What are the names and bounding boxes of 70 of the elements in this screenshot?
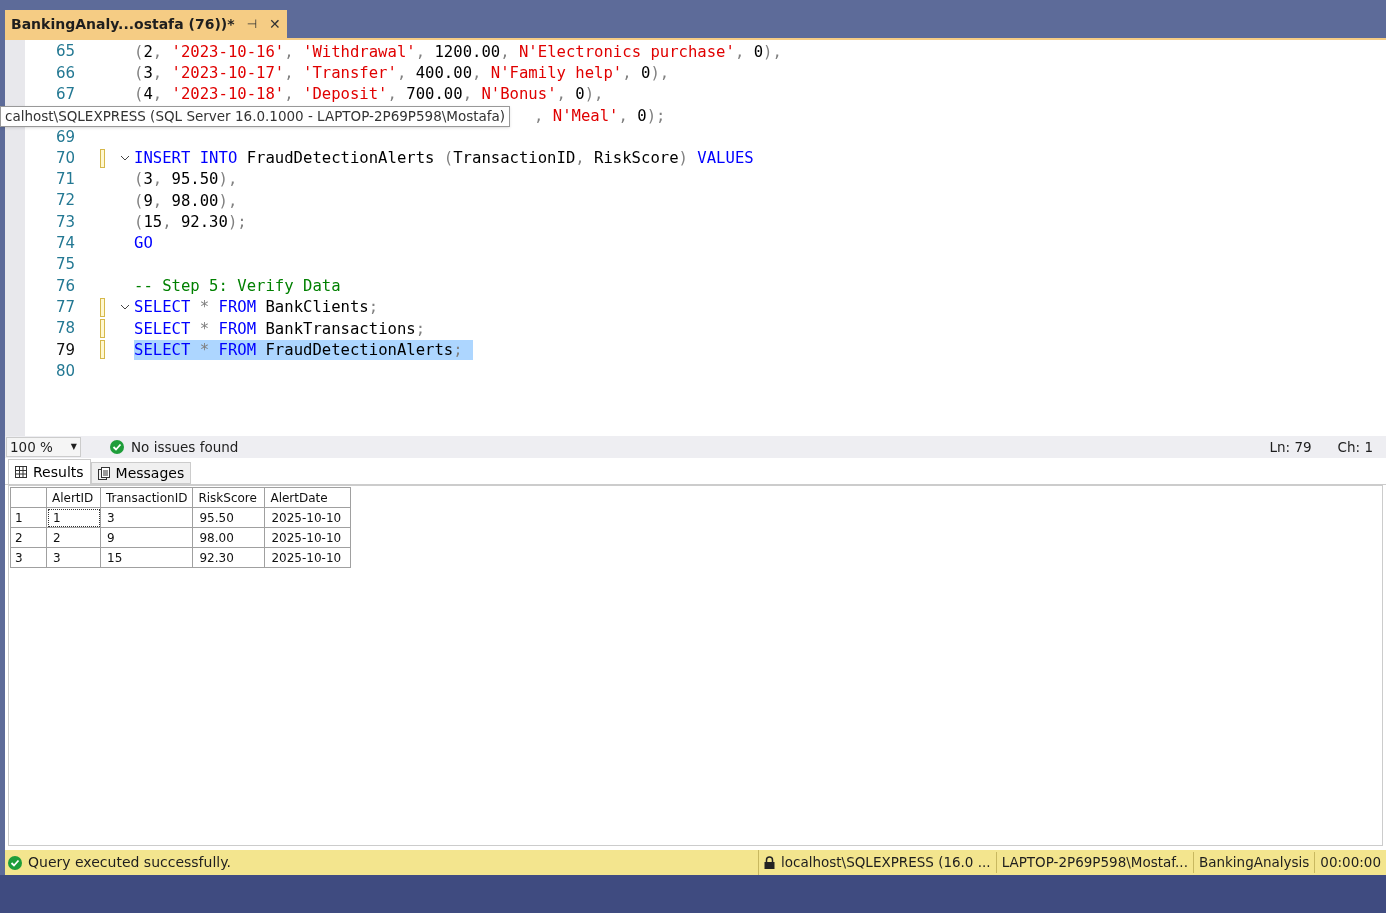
- table-cell: 3: [46, 547, 101, 568]
- column-header[interactable]: AlertID: [46, 487, 101, 508]
- line-number: 77: [54, 296, 75, 318]
- issues-status: No issues found: [131, 437, 239, 457]
- table-cell: 98.00: [192, 527, 265, 548]
- code-line: (4, '2023-10-18', 'Deposit', 700.00, N'Bonus', 0),: [134, 84, 604, 105]
- line-number: 69: [54, 126, 75, 148]
- line-number: 71: [54, 169, 75, 191]
- query-status: Query executed successfully.: [28, 853, 231, 872]
- code-line: (15, 92.30);: [134, 212, 247, 232]
- table-cell: 15: [100, 547, 193, 568]
- check-icon: [8, 855, 22, 870]
- char-indicator: Ch: 1: [1337, 437, 1373, 457]
- corner-cell: [10, 487, 47, 508]
- column-header[interactable]: AlertDate: [264, 487, 351, 508]
- database-name: BankingAnalysis: [1192, 852, 1315, 873]
- tooltip: calhost\SQLEXPRESS (SQL Server 16.0.1000 - LAPTOP-2P69P598\Mostafa): [0, 106, 511, 127]
- line-number: 76: [54, 275, 75, 297]
- line-number: 78: [54, 318, 75, 340]
- row-number[interactable]: 3: [10, 547, 47, 568]
- table-cell: 95.50: [192, 507, 265, 528]
- code-line: -- Step 5: Verify Data: [134, 275, 341, 296]
- line-number: 65: [54, 41, 75, 63]
- code-line: GO: [134, 233, 153, 254]
- table-cell: 2025-10-10: [264, 507, 351, 528]
- line-number: 73: [54, 211, 75, 233]
- row-number[interactable]: 1: [10, 507, 47, 528]
- code-line: (3, '2023-10-17', 'Transfer', 400.00, N'Family help', 0),: [134, 62, 670, 83]
- lock-icon: [764, 856, 775, 869]
- line-number: 79: [54, 339, 75, 361]
- line-number: 67: [54, 84, 75, 105]
- table-cell: 2025-10-10: [264, 527, 351, 548]
- line-number: 70: [54, 147, 75, 169]
- code-line: (2, '2023-10-16', 'Withdrawal', 1200.00, N'Electronics purchase', 0),: [134, 41, 782, 62]
- code-line: , N'Meal', 0);: [534, 105, 666, 126]
- row-number[interactable]: 2: [10, 527, 47, 548]
- table-cell: 9: [100, 527, 193, 548]
- collapse-icon[interactable]: [120, 304, 130, 311]
- server-name: localhost\SQLEXPRESS (16.0 ...: [781, 853, 991, 873]
- line-number: 66: [54, 62, 75, 84]
- close-icon[interactable]: ✕: [269, 13, 281, 35]
- pin-icon[interactable]: ⊣: [246, 15, 257, 33]
- result-tab[interactable]: Messages: [90, 462, 192, 484]
- grid-icon: [15, 466, 27, 478]
- check-icon: [110, 440, 124, 454]
- code-line: SELECT * FROM BankTransactions;: [134, 318, 426, 339]
- table-cell: 92.30: [192, 547, 265, 568]
- line-indicator: Ln: 79: [1269, 437, 1312, 457]
- line-number: 80: [54, 360, 75, 382]
- line-number: 74: [54, 233, 75, 255]
- line-number: 75: [54, 254, 75, 276]
- tab-title: BankingAnaly...ostafa (76))*: [11, 14, 235, 34]
- column-header[interactable]: RiskScore: [192, 487, 265, 508]
- table-cell: 1: [46, 507, 101, 528]
- table-cell: 2: [46, 527, 101, 548]
- result-tab[interactable]: Results: [8, 459, 91, 484]
- user-name: LAPTOP-2P69P598\Mostaf...: [995, 852, 1193, 873]
- code-line: (9, 98.00),: [134, 190, 238, 211]
- column-header[interactable]: TransactionID: [100, 487, 193, 508]
- table-cell: 2025-10-10: [264, 547, 351, 568]
- code-line: SELECT * FROM BankClients;: [134, 297, 379, 318]
- elapsed-time: 00:00:00: [1314, 852, 1386, 873]
- collapse-icon[interactable]: [120, 155, 130, 162]
- line-number: 72: [54, 190, 75, 212]
- zoom-dropdown[interactable]: 100 % ▼: [6, 437, 81, 457]
- document-tab[interactable]: BankingAnaly...ostafa (76))* ⊣ ✕: [5, 10, 287, 38]
- code-line: INSERT INTO FraudDetectionAlerts (TransactionID, RiskScore) VALUES: [134, 148, 754, 169]
- code-line: (3, 95.50),: [134, 169, 238, 190]
- document-icon: [97, 466, 110, 480]
- table-cell: 3: [100, 507, 193, 528]
